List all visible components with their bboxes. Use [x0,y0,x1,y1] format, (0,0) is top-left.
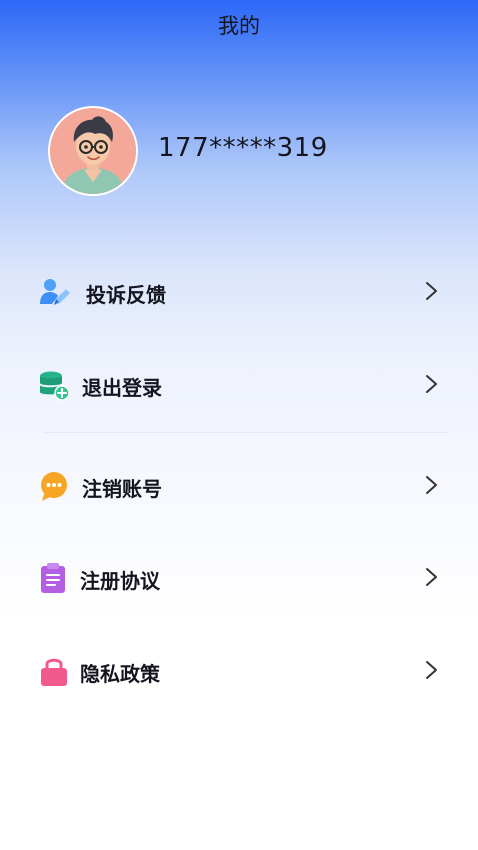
phone-number: 177*****319 [158,133,328,163]
page-title: 我的 [218,14,260,38]
chevron-right-icon [424,474,440,496]
menu-item-feedback[interactable]: 投诉反馈 [0,262,478,322]
chevron-right-icon [424,373,440,395]
chevron-right-icon [424,566,440,588]
divider [44,432,448,433]
menu-item-label: 退出登录 [82,376,162,400]
menu-item-label: 隐私政策 [80,662,160,686]
lock-icon [38,655,70,687]
menu-item-label: 注册协议 [80,569,160,593]
menu-item-register-agreement[interactable]: 注册协议 [0,548,478,608]
avatar[interactable] [48,106,138,196]
clipboard-icon [38,562,70,594]
menu-item-privacy-policy[interactable]: 隐私政策 [0,641,478,701]
menu-item-delete-account[interactable]: 注销账号 [0,456,478,516]
avatar-illustration-icon [50,108,136,194]
chevron-right-icon [424,280,440,302]
user-edit-icon [38,276,70,308]
menu-item-label: 注销账号 [82,477,162,501]
chevron-right-icon [424,659,440,681]
database-add-icon [38,369,70,401]
menu-item-logout[interactable]: 退出登录 [0,355,478,415]
menu-item-label: 投诉反馈 [86,283,166,307]
chat-bubble-icon [38,470,70,502]
